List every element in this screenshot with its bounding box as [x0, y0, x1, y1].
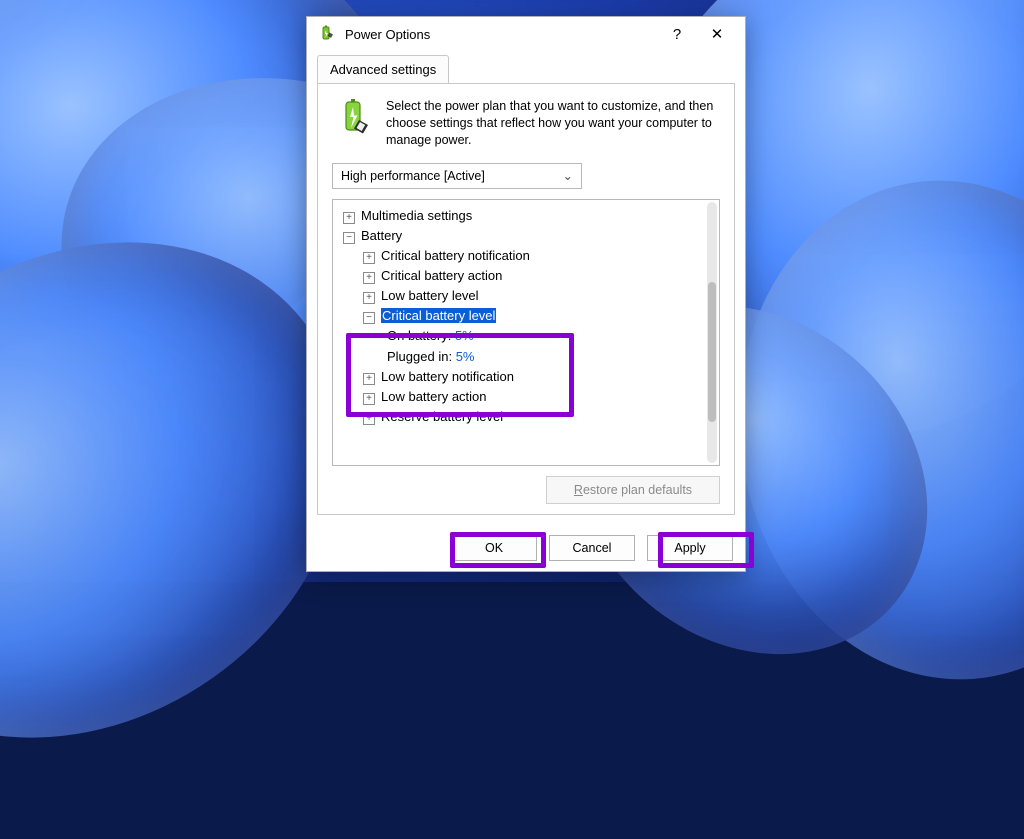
apply-button[interactable]: Apply — [647, 535, 733, 561]
tree-item-low-notification[interactable]: +Low battery notification — [339, 367, 705, 387]
ok-button[interactable]: OK — [451, 535, 537, 561]
tab-strip: Advanced settings — [307, 55, 745, 84]
tree-item-critical-level[interactable]: −Critical battery level — [339, 306, 705, 326]
expand-icon[interactable]: + — [363, 373, 375, 385]
tree-item-critical-notification[interactable]: +Critical battery notification — [339, 246, 705, 266]
expand-icon[interactable]: + — [343, 212, 355, 224]
power-plan-icon — [332, 98, 372, 140]
power-plan-dropdown[interactable]: High performance [Active] ⌄ — [332, 163, 582, 189]
collapse-icon[interactable]: − — [343, 232, 355, 244]
expand-icon[interactable]: + — [363, 252, 375, 264]
tree-item-multimedia[interactable]: +Multimedia settings — [339, 206, 705, 226]
power-options-dialog: Power Options ? ✕ Advanced settings Sele… — [306, 16, 746, 572]
expand-icon[interactable]: + — [363, 292, 375, 304]
tree-item-reserve-level[interactable]: +Reserve battery level — [339, 407, 705, 427]
expand-icon[interactable]: + — [363, 393, 375, 405]
settings-tree[interactable]: +Multimedia settings −Battery +Critical … — [332, 199, 720, 466]
intro-text: Select the power plan that you want to c… — [386, 98, 720, 149]
on-battery-value[interactable]: 5% — [455, 328, 474, 343]
tree-item-low-action[interactable]: +Low battery action — [339, 387, 705, 407]
expand-icon[interactable]: + — [363, 272, 375, 284]
chevron-down-icon: ⌄ — [563, 168, 573, 183]
plugged-in-value[interactable]: 5% — [456, 349, 475, 364]
tree-item-battery[interactable]: −Battery — [339, 226, 705, 246]
tree-item-critical-action[interactable]: +Critical battery action — [339, 266, 705, 286]
tab-panel: Select the power plan that you want to c… — [317, 83, 735, 515]
restore-defaults-button: Restore plan defaults — [546, 476, 720, 504]
tree-item-selected-label: Critical battery level — [381, 308, 496, 323]
scrollbar[interactable] — [707, 202, 717, 463]
tree-item-on-battery[interactable]: On battery: 5% — [339, 326, 705, 346]
window-title: Power Options — [345, 27, 657, 42]
close-button[interactable]: ✕ — [697, 20, 737, 48]
tree-item-plugged-in[interactable]: Plugged in: 5% — [339, 347, 705, 367]
dialog-footer: OK Cancel Apply — [307, 525, 745, 571]
help-button[interactable]: ? — [657, 20, 697, 48]
tree-item-low-level[interactable]: +Low battery level — [339, 286, 705, 306]
expand-icon[interactable]: + — [363, 413, 375, 425]
cancel-button[interactable]: Cancel — [549, 535, 635, 561]
scrollbar-thumb[interactable] — [708, 282, 716, 422]
power-options-icon — [317, 25, 335, 43]
titlebar[interactable]: Power Options ? ✕ — [307, 17, 745, 51]
tab-advanced-settings[interactable]: Advanced settings — [317, 55, 449, 84]
collapse-icon[interactable]: − — [363, 312, 375, 324]
power-plan-selected: High performance [Active] — [341, 169, 485, 183]
